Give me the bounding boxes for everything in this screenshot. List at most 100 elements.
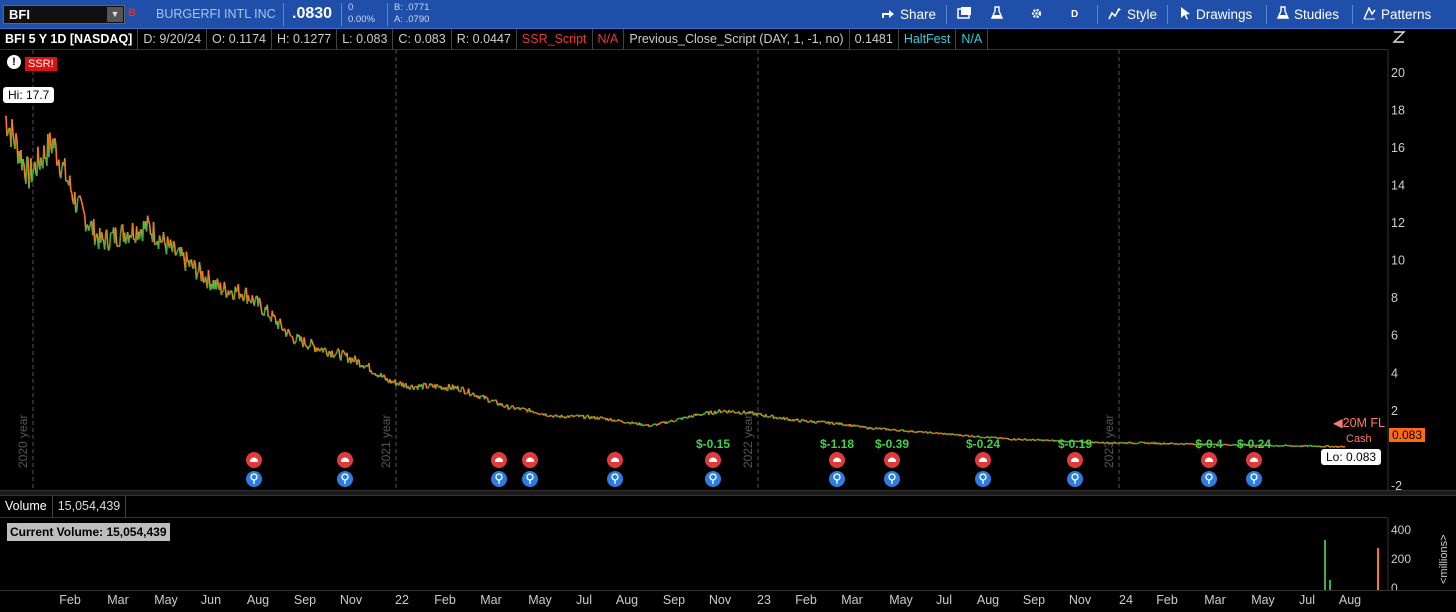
price-segment <box>56 164 59 167</box>
price-segment <box>354 355 357 360</box>
bulb-icon[interactable] <box>829 471 845 487</box>
divider <box>1352 5 1353 24</box>
earnings-call-icon[interactable] <box>1246 452 1262 468</box>
studies-button[interactable]: Studies <box>1276 0 1339 29</box>
settings-button[interactable] <box>1030 0 1043 29</box>
earnings-call-icon[interactable] <box>607 452 623 468</box>
price-segment <box>174 253 178 257</box>
price-segment <box>745 412 748 415</box>
price-segment <box>544 413 548 417</box>
volume-chart-svg[interactable]: 400 200 0 <box>0 518 1456 595</box>
bulb-icon[interactable] <box>1201 471 1217 487</box>
flask-button[interactable] <box>990 0 1004 29</box>
price-chart-panel[interactable]: 2020 year 2021 year 2022 year 2023 year $-0… <box>0 50 1456 490</box>
dividend-label[interactable]: $-0.19 <box>1058 437 1092 451</box>
hi-label: Hi: 17.7 <box>3 87 55 103</box>
price-segment <box>169 239 173 247</box>
dividend-label[interactable]: $-1.18 <box>820 437 854 451</box>
earnings-call-icon[interactable] <box>884 452 900 468</box>
price-chart-svg[interactable]: 2020 year 2021 year 2022 year 2023 year $-0… <box>0 50 1456 490</box>
symbol-dropdown-icon[interactable]: ▼ <box>107 7 123 22</box>
volume-panel[interactable]: 400 200 0 Current Volume: 15,054,439 <mill… <box>0 518 1456 595</box>
top-toolbar: BFI ▼ B BURGERFI INTL INC .0830 0 0.00% … <box>0 0 1456 29</box>
price-segment <box>93 237 97 246</box>
price-segment <box>456 385 460 392</box>
price-segment <box>845 424 848 427</box>
volume-label[interactable]: Volume <box>0 496 53 518</box>
earnings-call-icon[interactable] <box>246 452 262 468</box>
ssr-script-label[interactable]: SSR_Script <box>517 28 593 50</box>
share-button[interactable]: Share <box>881 0 936 29</box>
dividend-label[interactable]: $-0.39 <box>875 437 909 451</box>
bulb-icon[interactable] <box>491 471 507 487</box>
price-segment <box>331 350 334 358</box>
price-segment <box>1030 438 1033 442</box>
price-segment <box>598 416 601 420</box>
bulb-icon[interactable] <box>884 471 900 487</box>
y-tick-label: 2 <box>1391 404 1398 418</box>
price-segment <box>833 422 837 426</box>
bulb-icon[interactable] <box>1246 471 1262 487</box>
earnings-call-icon[interactable] <box>829 452 845 468</box>
earnings-call-icon[interactable] <box>337 452 353 468</box>
divider <box>341 3 342 26</box>
dividend-label[interactable]: $-0.4 <box>1195 437 1223 451</box>
timeframe-button[interactable]: D <box>1071 0 1078 29</box>
earnings-call-icon[interactable] <box>1067 452 1083 468</box>
price-segment <box>563 416 567 419</box>
bulb-icon[interactable] <box>975 471 991 487</box>
earnings-call-icon[interactable] <box>522 452 538 468</box>
price-segment <box>764 413 768 418</box>
earnings-call-icon[interactable] <box>491 452 507 468</box>
drawings-button[interactable]: Drawings <box>1180 0 1252 29</box>
price-segment <box>459 387 463 393</box>
patterns-button[interactable]: Patterns <box>1363 0 1431 29</box>
price-segment <box>596 416 599 420</box>
earnings-call-icon[interactable] <box>975 452 991 468</box>
bulb-icon[interactable] <box>246 471 262 487</box>
price-segment <box>775 416 778 419</box>
earnings-call-icon[interactable] <box>705 452 721 468</box>
snapshot-button[interactable] <box>957 0 972 29</box>
price-segment <box>560 414 563 417</box>
studies-flask-icon <box>1276 6 1290 23</box>
price-segment <box>176 248 180 251</box>
time-axis[interactable]: Feb Mar May Jun Aug Sep Nov 22 Feb Mar May Jul Aug Se… <box>0 590 1456 612</box>
price-segment <box>32 167 35 174</box>
price-segment <box>26 156 29 159</box>
bulb-icon[interactable] <box>1067 471 1083 487</box>
price-segment <box>228 291 232 296</box>
price-segment <box>1145 442 1148 445</box>
price-segment <box>1330 445 1333 448</box>
price-segment <box>103 232 107 250</box>
haltfest-label[interactable]: HaltFest <box>899 28 957 50</box>
dividend-label[interactable]: $-0.24 <box>1237 437 1271 451</box>
price-segment <box>490 400 492 403</box>
info-icon[interactable]: ! <box>7 55 21 69</box>
price-segment <box>119 224 123 234</box>
price-segment <box>1328 445 1331 448</box>
prev-close-label[interactable]: Previous_Close_Script (DAY, 1, -1, no) <box>624 28 850 50</box>
bulb-icon[interactable] <box>522 471 538 487</box>
price-segment <box>470 392 474 396</box>
bulb-icon[interactable] <box>337 471 353 487</box>
price-segment <box>1225 443 1228 446</box>
style-button[interactable]: Style <box>1108 0 1157 29</box>
symbol-input[interactable]: BFI ▼ <box>3 5 125 24</box>
price-segment <box>922 431 925 434</box>
price-segment <box>324 347 327 351</box>
price-segment <box>12 132 15 142</box>
price-segment <box>584 416 587 419</box>
price-segment <box>185 251 189 262</box>
bulb-icon[interactable] <box>607 471 623 487</box>
earnings-call-icon[interactable] <box>1201 452 1217 468</box>
collapse-icon[interactable] <box>1392 30 1408 46</box>
price-segment <box>1151 441 1155 445</box>
price-segment <box>555 414 559 418</box>
bulb-icon[interactable] <box>705 471 721 487</box>
price-segment <box>259 301 263 309</box>
dividend-label[interactable]: $-0.24 <box>966 437 1000 451</box>
x-tick-label: Aug <box>1338 593 1362 607</box>
dividend-label[interactable]: $-0.15 <box>696 437 730 451</box>
price-segment <box>380 372 383 378</box>
